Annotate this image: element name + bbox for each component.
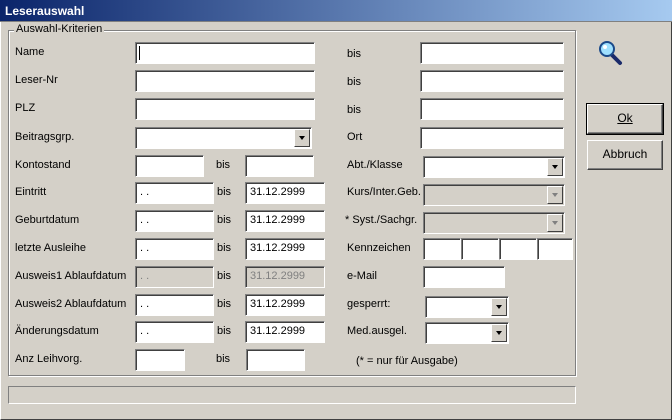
kontostand-from-input[interactable] [135,155,204,177]
eintritt-to-input[interactable]: 31.12.2999 [245,182,325,204]
chevron-down-icon [547,186,563,204]
chevron-down-icon[interactable] [294,129,310,147]
criteria-legend: Auswahl-Kriterien [14,23,105,35]
ok-button[interactable]: Ok [586,103,664,135]
ausweis2-from-input[interactable]: . . [135,294,214,316]
kennzeichen-3-input[interactable] [499,238,537,260]
gesperrt-select[interactable] [425,296,509,318]
text-caret [139,46,140,60]
search-icon[interactable] [598,40,624,66]
ausweis2-bis-label: bis [217,298,232,310]
leser-nr-input[interactable] [135,70,315,92]
plz-to-input[interactable] [420,98,564,120]
gesperrt-label: gesperrt: [347,298,391,310]
ausweis1-to-input: 31.12.2999 [245,266,325,288]
email-input[interactable] [423,266,505,288]
chevron-down-icon[interactable] [491,298,507,316]
med-ausgel-label: Med.ausgel. [347,325,407,337]
ausweis1-label: Ausweis1 Ablaufdatum [15,270,127,282]
geburtdatum-bis-label: bis [217,214,232,226]
leser-nr-label: Leser-Nr [15,74,58,86]
status-bar [8,386,576,404]
title-bar[interactable]: Leserauswahl [0,0,672,22]
letzte-ausleihe-label: letzte Ausleihe [15,242,86,254]
abt-klasse-label: Abt./Klasse [347,159,403,171]
chevron-down-icon[interactable] [547,158,563,176]
plz-label: PLZ [15,102,36,114]
ausweis1-bis-label: bis [217,270,232,282]
geburtdatum-label: Geburtdatum [15,214,80,226]
kurs-label: Kurs/Inter.Geb. [347,186,421,198]
eintritt-label: Eintritt [15,186,47,198]
chevron-down-icon[interactable] [491,324,507,342]
kennzeichen-1-input[interactable] [423,238,461,260]
name-input[interactable] [135,42,315,64]
output-note: (* = nur für Ausgabe) [356,355,458,367]
kennzeichen-label: Kennzeichen [347,242,411,254]
abbruch-button[interactable]: Abbruch [587,140,663,170]
name-label: Name [15,46,45,58]
letzte-ausleihe-bis-label: bis [217,242,232,254]
aenderungsdatum-to-input[interactable]: 31.12.2999 [245,321,325,343]
anz-leihvorg-from-input[interactable] [135,349,185,371]
eintritt-from-input[interactable]: . . [135,182,214,204]
ort-input[interactable] [420,127,564,149]
letzte-ausleihe-from-input[interactable]: . . [135,238,214,260]
ok-button-label: Ok [617,111,633,125]
kontostand-to-input[interactable] [245,155,314,177]
kennzeichen-2-input[interactable] [461,238,499,260]
abbruch-button-label: Abbruch [602,147,648,161]
leser-nr-to-input[interactable] [420,70,564,92]
geburtdatum-from-input[interactable]: . . [135,210,214,232]
ausweis2-label: Ausweis2 Ablaufdatum [15,298,127,310]
email-label: e-Mail [347,270,377,282]
anz-leihvorg-to-input[interactable] [246,349,305,371]
aenderungsdatum-from-input[interactable]: . . [135,321,214,343]
kennzeichen-4-input[interactable] [537,238,573,260]
abt-klasse-select[interactable] [423,156,565,178]
med-ausgel-select[interactable] [425,322,509,344]
syst-select [423,212,565,234]
eintritt-bis-label: bis [217,186,232,198]
leser-nr-bis-label: bis [347,76,362,88]
chevron-down-icon [547,214,563,232]
name-bis-label: bis [347,48,362,60]
syst-label: * Syst./Sachgr. [345,214,418,226]
ausweis1-from-input: . . [135,266,214,288]
name-to-input[interactable] [420,42,564,64]
ort-label: Ort [347,131,363,143]
anz-leihvorg-label: Anz Leihvorg. [15,353,83,365]
window-title: Leserauswahl [5,4,85,18]
kurs-select [423,184,565,206]
aenderungsdatum-bis-label: bis [217,325,232,337]
kontostand-bis-label: bis [216,159,231,171]
ausweis2-to-input[interactable]: 31.12.2999 [245,294,325,316]
plz-input[interactable] [135,98,315,120]
anz-leihvorg-bis-label: bis [216,353,231,365]
letzte-ausleihe-to-input[interactable]: 31.12.2999 [245,238,325,260]
beitragsgrp-select[interactable] [135,127,312,149]
plz-bis-label: bis [347,104,362,116]
beitragsgrp-label: Beitragsgrp. [15,131,75,143]
kontostand-label: Kontostand [15,159,71,171]
geburtdatum-to-input[interactable]: 31.12.2999 [245,210,325,232]
aenderungsdatum-label: Änderungsdatum [15,325,99,337]
